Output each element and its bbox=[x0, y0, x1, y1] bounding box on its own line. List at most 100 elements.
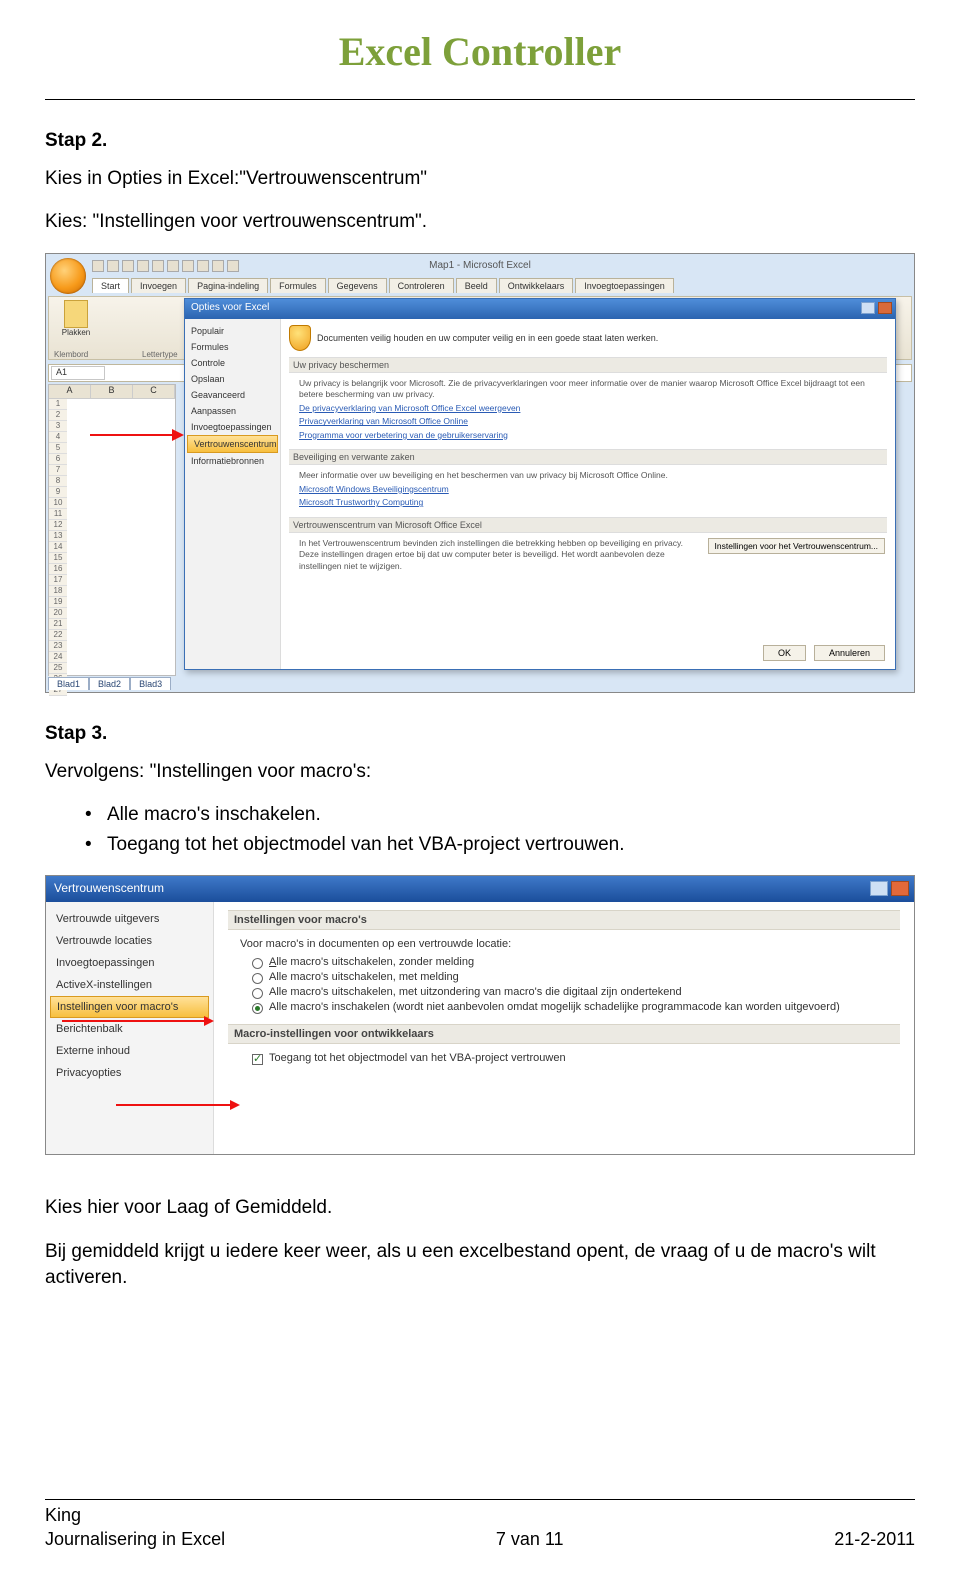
options-nav-item[interactable]: Formules bbox=[185, 339, 280, 355]
row-header[interactable]: 9 bbox=[49, 487, 67, 498]
step2-heading: Stap 2. bbox=[45, 128, 915, 154]
checkbox-icon[interactable] bbox=[252, 1054, 263, 1065]
row-header[interactable]: 12 bbox=[49, 520, 67, 531]
row-header[interactable]: 5 bbox=[49, 443, 67, 454]
tail-line2: Bij gemiddeld krijgt u iedere keer weer,… bbox=[45, 1239, 915, 1290]
options-nav-item[interactable]: Vertrouwenscentrum bbox=[187, 435, 278, 453]
row-header[interactable]: 18 bbox=[49, 586, 67, 597]
radio-icon[interactable] bbox=[252, 988, 263, 999]
clipboard-icon bbox=[64, 300, 88, 328]
step3-line: Vervolgens: "Instellingen voor macro's: bbox=[45, 759, 915, 785]
row-header[interactable]: 8 bbox=[49, 476, 67, 487]
ribbon-tab[interactable]: Invoegen bbox=[131, 278, 186, 293]
trustcenter-nav-item[interactable]: Externe inhoud bbox=[46, 1040, 213, 1062]
section-privacy-title: Uw privacy beschermen bbox=[289, 357, 887, 373]
macro-option[interactable]: Alle macro's inschakelen (wordt niet aan… bbox=[252, 1001, 900, 1014]
options-nav-item[interactable]: Informatiebronnen bbox=[185, 453, 280, 469]
row-header[interactable]: 13 bbox=[49, 531, 67, 542]
row-header[interactable]: 25 bbox=[49, 663, 67, 674]
close-icon[interactable] bbox=[878, 302, 892, 314]
macro-option[interactable]: Alle macro's uitschakelen, met uitzonder… bbox=[252, 986, 900, 999]
sheet-tab[interactable]: Blad2 bbox=[89, 677, 130, 690]
sheet-tabs[interactable]: Blad1 Blad2 Blad3 bbox=[48, 677, 171, 690]
row-header[interactable]: 11 bbox=[49, 509, 67, 520]
radio-icon[interactable] bbox=[252, 958, 263, 969]
name-box[interactable]: A1 bbox=[51, 366, 105, 380]
help-icon[interactable] bbox=[861, 302, 875, 314]
row-header[interactable]: 16 bbox=[49, 564, 67, 575]
privacy-link[interactable]: Privacyverklaring van Microsoft Office O… bbox=[299, 416, 885, 427]
macro-settings-lead: Voor macro's in documenten op een vertro… bbox=[240, 938, 900, 950]
row-header[interactable]: 2 bbox=[49, 410, 67, 421]
row-header[interactable]: 10 bbox=[49, 498, 67, 509]
row-header[interactable]: 20 bbox=[49, 608, 67, 619]
vba-access-option[interactable]: Toegang tot het objectmodel van het VBA-… bbox=[252, 1052, 900, 1065]
options-nav-item[interactable]: Populair bbox=[185, 323, 280, 339]
trustcenter-nav-item[interactable]: Vertrouwde uitgevers bbox=[46, 908, 213, 930]
macro-settings-heading: Instellingen voor macro's bbox=[228, 910, 900, 930]
row-header[interactable]: 3 bbox=[49, 421, 67, 432]
col-header[interactable]: C bbox=[133, 385, 175, 398]
row-header[interactable]: 19 bbox=[49, 597, 67, 608]
ribbon-tab[interactable]: Beeld bbox=[456, 278, 497, 293]
row-header[interactable]: 4 bbox=[49, 432, 67, 443]
options-nav-item[interactable]: Opslaan bbox=[185, 371, 280, 387]
ribbon-tab[interactable]: Ontwikkelaars bbox=[499, 278, 574, 293]
privacy-link[interactable]: Programma voor verbetering van de gebrui… bbox=[299, 430, 885, 441]
page-footer: King Journalisering in Excel 7 van 11 21… bbox=[45, 1499, 915, 1551]
trustcenter-nav-item[interactable]: Invoegtoepassingen bbox=[46, 952, 213, 974]
worksheet-area[interactable]: A B C 1234567891011121314151617181920212… bbox=[48, 384, 176, 676]
row-header[interactable]: 22 bbox=[49, 630, 67, 641]
ribbon-tab[interactable]: Formules bbox=[270, 278, 326, 293]
privacy-link[interactable]: De privacyverklaring van Microsoft Offic… bbox=[299, 403, 885, 414]
security-link[interactable]: Microsoft Windows Beveiligingscentrum bbox=[299, 484, 885, 495]
sheet-tab[interactable]: Blad3 bbox=[130, 677, 171, 690]
row-header[interactable]: 17 bbox=[49, 575, 67, 586]
col-header[interactable]: B bbox=[91, 385, 133, 398]
sheet-tab[interactable]: Blad1 bbox=[48, 677, 89, 690]
dialog-titlebar[interactable]: Opties voor Excel bbox=[185, 299, 895, 319]
developer-macro-heading: Macro-instellingen voor ontwikkelaars bbox=[228, 1024, 900, 1044]
trustcenter-nav-item[interactable]: Instellingen voor macro's bbox=[50, 996, 209, 1018]
ribbon-tabs[interactable]: Start Invoegen Pagina-indeling Formules … bbox=[92, 278, 674, 293]
options-nav-item[interactable]: Aanpassen bbox=[185, 403, 280, 419]
ribbon-tab[interactable]: Start bbox=[92, 278, 129, 293]
rule-top bbox=[45, 99, 915, 100]
trustcenter-nav[interactable]: Vertrouwde uitgeversVertrouwde locatiesI… bbox=[46, 902, 214, 1154]
row-header[interactable]: 23 bbox=[49, 641, 67, 652]
row-header[interactable]: 6 bbox=[49, 454, 67, 465]
cancel-button[interactable]: Annuleren bbox=[814, 645, 885, 661]
trustcenter-settings-button[interactable]: Instellingen voor het Vertrouwenscentrum… bbox=[708, 538, 885, 554]
ok-button[interactable]: OK bbox=[763, 645, 806, 661]
options-nav[interactable]: PopulairFormulesControleOpslaanGeavancee… bbox=[185, 319, 281, 669]
ribbon-tab[interactable]: Gegevens bbox=[328, 278, 387, 293]
row-header[interactable]: 7 bbox=[49, 465, 67, 476]
step3-heading: Stap 3. bbox=[45, 721, 915, 747]
ribbon-tab[interactable]: Pagina-indeling bbox=[188, 278, 268, 293]
close-icon[interactable] bbox=[891, 881, 909, 896]
row-header[interactable]: 24 bbox=[49, 652, 67, 663]
radio-icon[interactable] bbox=[252, 1003, 263, 1014]
annotation-arrow-icon bbox=[90, 434, 182, 436]
row-header[interactable]: 21 bbox=[49, 619, 67, 630]
trustcenter-nav-item[interactable]: ActiveX-instellingen bbox=[46, 974, 213, 996]
col-header[interactable]: A bbox=[49, 385, 91, 398]
row-header[interactable]: 14 bbox=[49, 542, 67, 553]
macro-option[interactable]: Alle macro's uitschakelen, met melding bbox=[252, 971, 900, 984]
trustcenter-nav-item[interactable]: Privacyopties bbox=[46, 1062, 213, 1084]
paste-button[interactable]: Plakken bbox=[52, 300, 100, 356]
trustcenter-nav-item[interactable]: Vertrouwde locaties bbox=[46, 930, 213, 952]
trustcenter-titlebar[interactable]: Vertrouwenscentrum bbox=[46, 876, 914, 902]
options-nav-item[interactable]: Invoegtoepassingen bbox=[185, 419, 280, 435]
row-header[interactable]: 15 bbox=[49, 553, 67, 564]
options-nav-item[interactable]: Geavanceerd bbox=[185, 387, 280, 403]
options-nav-item[interactable]: Controle bbox=[185, 355, 280, 371]
radio-icon[interactable] bbox=[252, 973, 263, 984]
ribbon-tab[interactable]: Controleren bbox=[389, 278, 454, 293]
help-icon[interactable] bbox=[870, 881, 888, 896]
row-header[interactable]: 1 bbox=[49, 399, 67, 410]
macro-option[interactable]: Alle macro's uitschakelen, zonder meldin… bbox=[252, 956, 900, 969]
ribbon-tab[interactable]: Invoegtoepassingen bbox=[575, 278, 674, 293]
security-link[interactable]: Microsoft Trustworthy Computing bbox=[299, 497, 885, 508]
annotation-arrow-icon bbox=[62, 1020, 212, 1022]
